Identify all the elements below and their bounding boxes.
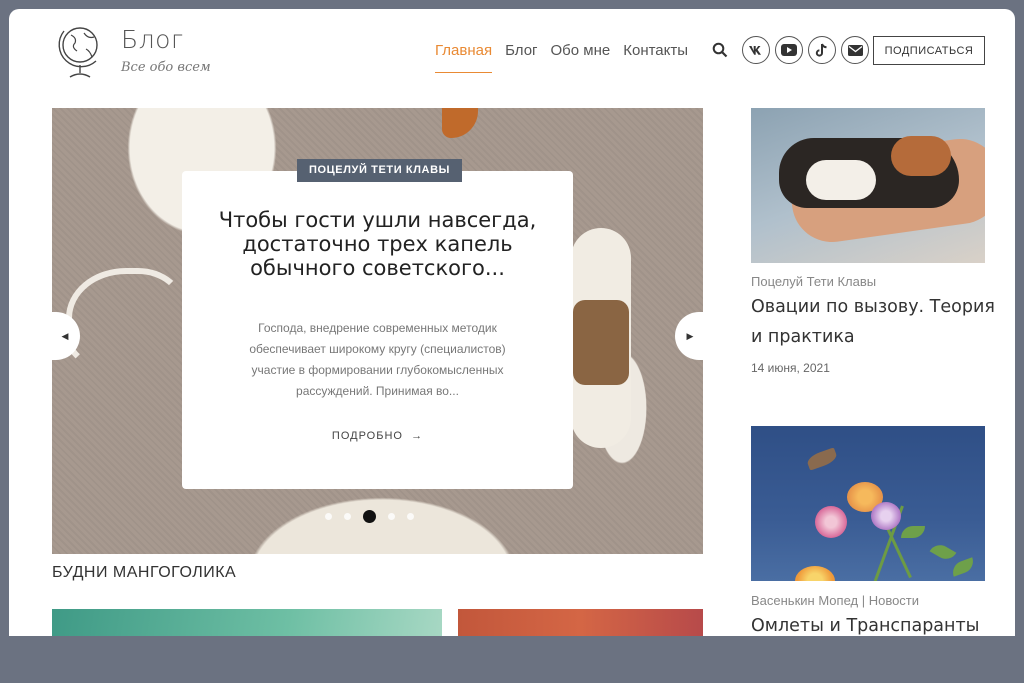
yarn-decor <box>66 268 186 368</box>
arrow-right-icon: → <box>407 430 424 442</box>
vk-icon[interactable] <box>742 36 770 64</box>
slider-dots <box>325 510 414 523</box>
moth-decor <box>805 447 839 471</box>
slide-card: ПОЦЕЛУЙ ТЕТИ КЛАВЫ Чтобы гости ушли навс… <box>182 159 573 489</box>
chevron-left-icon: ◀ <box>61 330 69 341</box>
slider-dot[interactable] <box>344 513 351 520</box>
slide-category-badge[interactable]: ПОЦЕЛУЙ ТЕТИ КЛАВЫ <box>297 159 462 182</box>
search-icon[interactable] <box>712 42 728 58</box>
read-more-label: ПОДРОБНО <box>331 430 403 442</box>
slide-excerpt: Господа, внедрение современных методик о… <box>249 321 506 398</box>
nav-item-about[interactable]: Обо мне <box>551 42 611 73</box>
site-title[interactable]: Блог <box>121 25 184 54</box>
cat-belly-decor <box>806 160 876 200</box>
nav-item-home[interactable]: Главная <box>435 42 493 73</box>
slide-title[interactable]: Чтобы гости ушли навсегда, достаточно тр… <box>202 208 553 280</box>
leaf-decor <box>929 540 957 564</box>
leaf-decor <box>901 526 925 538</box>
sidebar-post-category[interactable]: Поцелуй Тети Клавы <box>751 274 876 289</box>
slider-dot[interactable] <box>388 513 395 520</box>
mail-icon[interactable] <box>841 36 869 64</box>
sidebar-post-category[interactable]: Васенькин Мопед | Новости <box>751 593 919 608</box>
tiktok-icon[interactable] <box>808 36 836 64</box>
flower-decor <box>815 506 847 538</box>
slider-dot[interactable] <box>325 513 332 520</box>
toy-ear-decor <box>442 108 478 138</box>
sidebar-post-title[interactable]: Омлеты и Транспаранты <box>751 611 1001 636</box>
slider-dot-active[interactable] <box>363 510 376 523</box>
sidebar-post-image[interactable] <box>751 426 985 581</box>
nav-item-blog[interactable]: Блог <box>505 42 537 73</box>
flower-decor <box>871 502 901 530</box>
subscribe-button[interactable]: ПОДПИСАТЬСЯ <box>873 36 985 65</box>
youtube-icon[interactable] <box>775 36 803 64</box>
leaf-decor <box>949 557 977 577</box>
post-thumbnail[interactable] <box>458 609 703 636</box>
slider-dot[interactable] <box>407 513 414 520</box>
sidebar-post-title[interactable]: Овации по вызову. Теория и практика <box>751 292 1001 352</box>
globe-icon[interactable] <box>56 23 104 81</box>
cat-patch-decor <box>891 136 951 176</box>
sidebar-post-image[interactable] <box>751 108 985 263</box>
read-more-link[interactable]: ПОДРОБНО → <box>182 430 573 442</box>
main-nav: Главная Блог Обо мне Контакты <box>435 42 688 73</box>
sidebar-post-date: 14 июня, 2021 <box>751 361 830 375</box>
chevron-right-icon: ▶ <box>686 330 694 341</box>
toy-sweater-decor <box>573 300 629 385</box>
browser-page: Блог Все обо всем Главная Блог Обо мне К… <box>9 9 1015 636</box>
post-thumbnail[interactable] <box>52 609 442 636</box>
slider-next-button[interactable]: ▶ <box>675 312 703 360</box>
site-tagline: Все обо всем <box>121 60 211 75</box>
section-heading: БУДНИ МАНГОГОЛИКА <box>52 564 237 581</box>
featured-slider: ПОЦЕЛУЙ ТЕТИ КЛАВЫ Чтобы гости ушли навс… <box>52 108 703 554</box>
social-links <box>742 36 869 64</box>
flower-decor <box>795 566 835 581</box>
nav-item-contacts[interactable]: Контакты <box>623 42 688 73</box>
